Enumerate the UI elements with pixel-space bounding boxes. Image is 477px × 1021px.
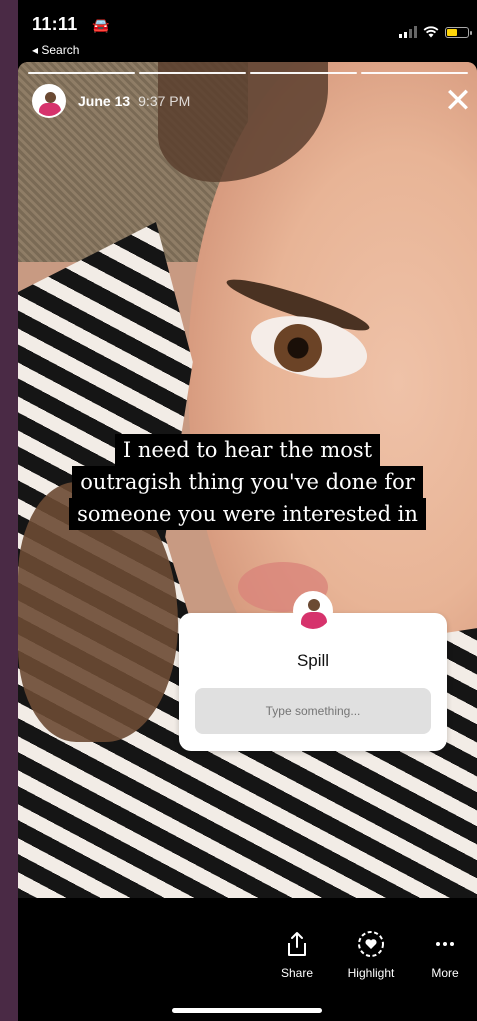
highlight-icon xyxy=(358,931,384,957)
story-viewer[interactable]: June 13 9:37 PM ✕ I need to hear the mos… xyxy=(18,62,477,898)
battery-icon xyxy=(445,26,472,38)
story-time: 9:37 PM xyxy=(138,93,191,109)
signal-icon xyxy=(399,26,417,38)
share-label: Share xyxy=(280,966,314,980)
story-caption: I need to hear the most outragish thing … xyxy=(18,434,477,530)
caption-line: I need to hear the most xyxy=(114,434,381,466)
question-response-input[interactable] xyxy=(195,688,431,734)
question-title: Spill xyxy=(296,651,330,670)
status-icons xyxy=(399,26,472,38)
wifi-icon xyxy=(423,26,439,38)
more-icon xyxy=(436,942,454,946)
close-icon[interactable]: ✕ xyxy=(443,84,473,118)
more-button[interactable]: More xyxy=(410,928,477,980)
story-header: June 13 9:37 PM xyxy=(32,84,190,118)
back-to-search-link[interactable]: ◂ Search xyxy=(32,43,79,57)
avatar[interactable] xyxy=(32,84,66,118)
highlight-label: Highlight xyxy=(347,966,395,980)
sticker-avatar xyxy=(293,591,333,631)
phone-screen: 11:11 🚘 ◂ Search June 13 9:37 PM ✕ I nee… xyxy=(18,0,477,1021)
status-time: 11:11 xyxy=(32,14,78,34)
story-progress-bar xyxy=(28,72,468,74)
home-indicator xyxy=(172,1008,322,1013)
share-button[interactable]: Share xyxy=(262,928,332,980)
highlight-button[interactable]: Highlight xyxy=(336,928,406,980)
caption-line: outragish thing you've done for xyxy=(72,466,423,498)
story-date: June 13 xyxy=(78,93,131,109)
question-sticker[interactable]: Spill xyxy=(179,591,447,751)
more-label: More xyxy=(431,966,459,980)
share-icon xyxy=(288,932,306,956)
bottom-action-bar: Share Highlight More xyxy=(18,898,477,1021)
car-icon: 🚘 xyxy=(92,17,110,33)
caption-line: someone you were interested in xyxy=(69,498,426,530)
status-bar: 11:11 🚘 ◂ Search xyxy=(18,0,477,62)
